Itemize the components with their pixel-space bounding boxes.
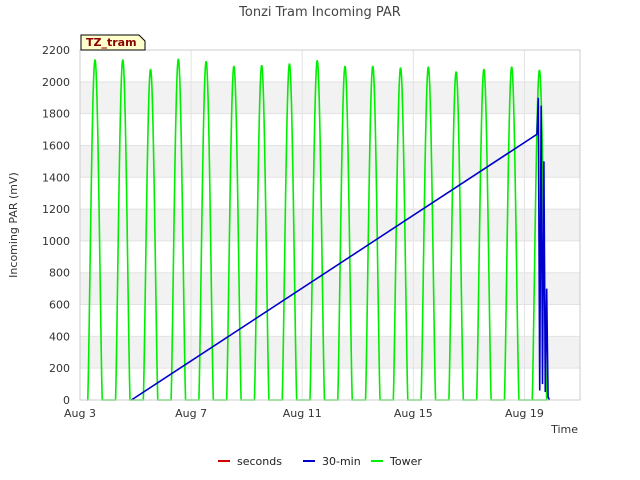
y-tick-label: 2200 [42,44,70,57]
y-tick-label: 1800 [42,108,70,121]
badge-label: TZ_tram [86,36,137,49]
y-tick-label: 600 [49,299,70,312]
x-axis-label: Time [550,423,578,436]
y-tick-label: 1600 [42,139,70,152]
y-tick-label: 800 [49,267,70,280]
legend: seconds 30-min Tower [218,455,422,468]
par-chart: Tonzi Tram Incoming PAR 0 200 400 600 800 100… [7,5,581,468]
y-tick-label: 1000 [42,235,70,248]
y-tick-label: 200 [49,362,70,375]
y-tick-label: 1400 [42,171,70,184]
legend-label: 30-min [322,455,361,468]
x-tick-label: Aug 19 [505,407,544,420]
y-axis-label: Incoming PAR (mV) [7,172,20,278]
x-tick-label: Aug 3 [64,407,96,420]
chart-title: Tonzi Tram Incoming PAR [238,5,401,20]
y-tick-label: 2000 [42,76,70,89]
grid-band [80,50,580,82]
y-tick-label: 1200 [42,203,70,216]
x-tick-label: Aug 7 [175,407,207,420]
grid-band [80,113,580,146]
chart-badge: TZ_tram [80,34,146,51]
grid-band [80,145,580,178]
y-axis-ticks: 0 200 400 600 800 1000 1200 1400 1600 1800 2000 220… [42,44,70,407]
x-tick-label: Aug 11 [283,407,322,420]
x-axis-ticks: Aug 3 Aug 7 Aug 11 Aug 15 Aug 19 [64,407,544,420]
legend-label: Tower [389,455,422,468]
x-tick-label: Aug 15 [394,407,433,420]
grid-band [80,81,580,114]
legend-label: seconds [237,455,282,468]
y-tick-label: 0 [63,394,70,407]
y-tick-label: 400 [49,330,70,343]
